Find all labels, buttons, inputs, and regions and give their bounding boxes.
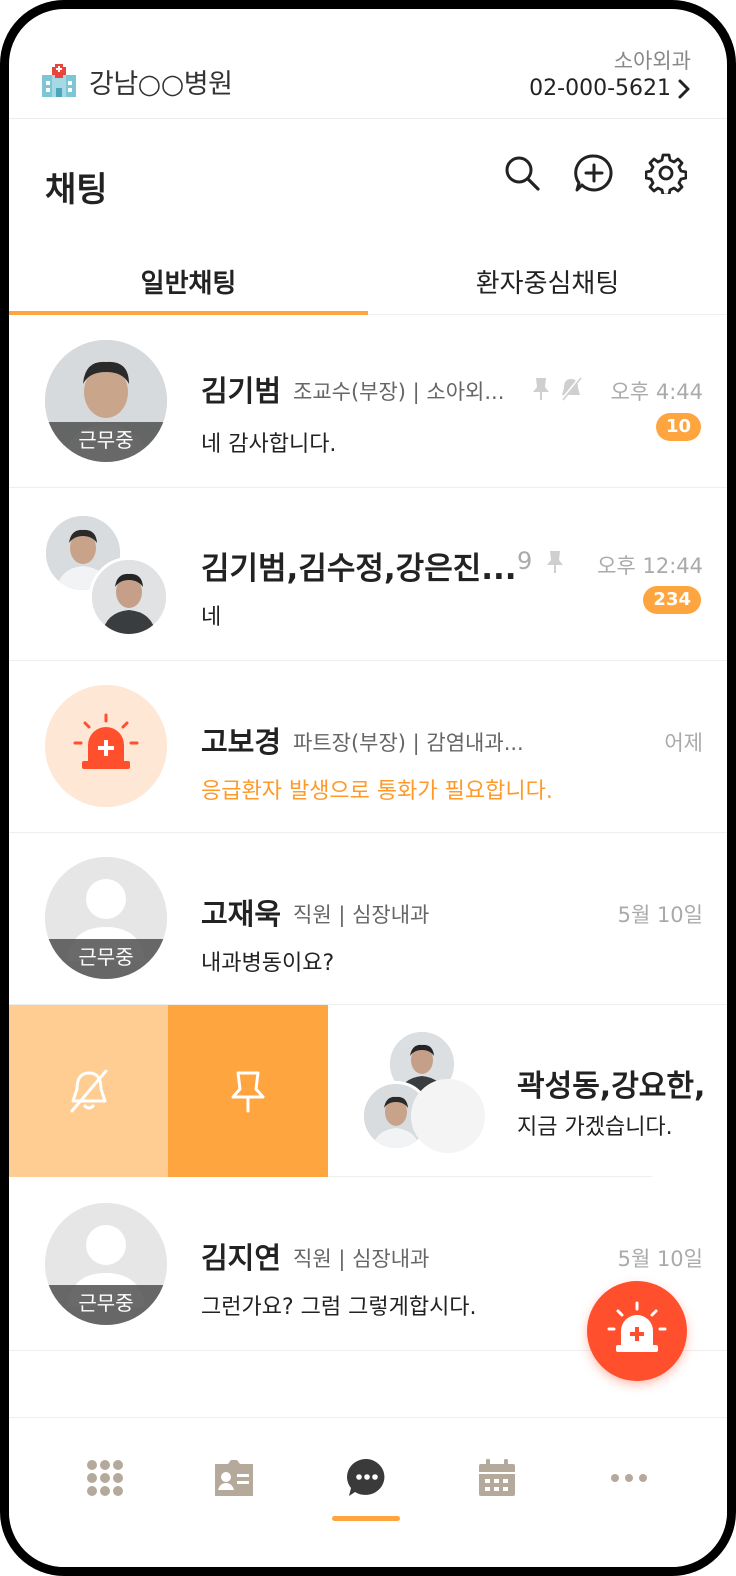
chat-role: 직원 | 심장내과 — [293, 1247, 430, 1271]
chat-tabs: 일반채팅 환자중심채팅 — [9, 259, 727, 315]
active-tab-indicator — [9, 311, 368, 315]
tab-general-chat[interactable]: 일반채팅 — [9, 259, 368, 315]
avatar: 근무중 — [45, 857, 167, 979]
unread-count-badge: 234 — [643, 586, 701, 614]
person-photo-icon — [92, 560, 166, 634]
status-badge: 근무중 — [45, 422, 167, 462]
hospital-phone-link[interactable]: 02-000-5621 — [529, 76, 671, 101]
tab-patient-chat[interactable]: 환자중심채팅 — [368, 259, 727, 315]
chat-last-message: 네 감사합니다. — [201, 432, 337, 457]
chat-role: 직원 | 심장내과 — [293, 903, 430, 927]
chat-role: 조교수(부장) | 소아외... — [293, 380, 505, 404]
chat-last-message: 내과병동이요? — [201, 951, 335, 976]
hospital-name: 강남○○병원 — [89, 69, 233, 100]
chat-list-item-swiped[interactable]: 곽성동,강요한, 지금 가겠습니다. — [9, 1005, 727, 1177]
calendar-icon[interactable] — [475, 1456, 519, 1500]
chat-last-message: 지금 가겠습니다. — [517, 1115, 673, 1140]
chat-name: 곽성동,강요한, — [517, 1069, 706, 1104]
apps-icon[interactable] — [83, 1456, 127, 1500]
chat-icon[interactable] — [345, 1456, 389, 1500]
chat-name: 김기범 — [201, 374, 282, 408]
chat-last-message: 응급환자 발생으로 통화가 필요합니다. — [201, 779, 553, 804]
avatar: 근무중 — [45, 1203, 167, 1325]
page-title: 채팅 — [45, 170, 108, 210]
department-label: 소아외과 — [613, 49, 691, 73]
hospital-logo-icon — [42, 64, 76, 97]
emergency-fab-button[interactable] — [587, 1281, 687, 1381]
unread-count-badge: 10 — [655, 413, 701, 441]
mute-icon — [70, 1069, 108, 1113]
avatar-placeholder — [411, 1079, 485, 1153]
more-icon[interactable] — [607, 1456, 651, 1500]
member-count: 9 — [517, 547, 533, 575]
pin-icon — [231, 1071, 265, 1113]
hospital-header: 강남○○병원 소아외과 02-000-5621 — [9, 9, 727, 119]
chat-list-item[interactable]: 근무중 김기범 조교수(부장) | 소아외... 오후 4:44 10 네 감사… — [9, 316, 727, 488]
avatar — [89, 557, 169, 637]
phone-frame: 강남○○병원 소아외과 02-000-5621 채팅 일반채팅 환자중심채팅 근… — [0, 0, 736, 1576]
chat-last-message: 그런가요? 그럼 그렇게합시다. — [201, 1295, 477, 1320]
divider — [328, 1176, 652, 1177]
avatar — [45, 685, 167, 807]
chat-list-item[interactable]: 고보경 파트장(부장) | 감염내과... 어제 응급환자 발생으로 통화가 필… — [9, 661, 727, 833]
chat-role: 파트장(부장) | 감염내과... — [293, 731, 524, 755]
chat-time: 5월 10일 — [617, 1247, 703, 1271]
new-chat-icon[interactable] — [573, 152, 615, 194]
chat-last-message: 네 — [201, 605, 222, 630]
chat-time: 어제 — [664, 731, 703, 755]
active-nav-indicator — [332, 1516, 400, 1521]
mute-action-button[interactable] — [9, 1005, 168, 1177]
settings-icon[interactable] — [645, 152, 687, 194]
pin-icon — [547, 551, 563, 573]
status-badge: 근무중 — [45, 939, 167, 979]
mute-icon — [560, 377, 582, 401]
chevron-right-icon[interactable] — [675, 77, 693, 101]
search-icon[interactable] — [501, 152, 543, 194]
emergency-siren-icon — [45, 685, 167, 807]
chat-name: 고재욱 — [201, 897, 282, 931]
pin-icon — [533, 378, 549, 400]
chat-list-item[interactable]: 김기범,김수정,강은진... 9 오후 12:44 234 네 — [9, 489, 727, 661]
chat-list-item[interactable]: 근무중 고재욱 직원 | 심장내과 5월 10일 내과병동이요? — [9, 833, 727, 1005]
chat-name: 김지연 — [201, 1241, 282, 1275]
pin-action-button[interactable] — [168, 1005, 328, 1177]
chat-time: 오후 4:44 — [610, 380, 703, 404]
emergency-siren-icon — [607, 1301, 667, 1352]
chat-time: 오후 12:44 — [597, 554, 703, 578]
bottom-navigation — [9, 1417, 727, 1567]
chat-name: 고보경 — [201, 725, 282, 759]
avatar: 근무중 — [45, 340, 167, 462]
status-badge: 근무중 — [45, 1285, 167, 1325]
chat-name: 김기범,김수정,강은진... — [201, 551, 517, 587]
contacts-icon[interactable] — [212, 1456, 256, 1500]
app-screen: 강남○○병원 소아외과 02-000-5621 채팅 일반채팅 환자중심채팅 근… — [9, 9, 727, 1567]
chat-time: 5월 10일 — [617, 903, 703, 927]
